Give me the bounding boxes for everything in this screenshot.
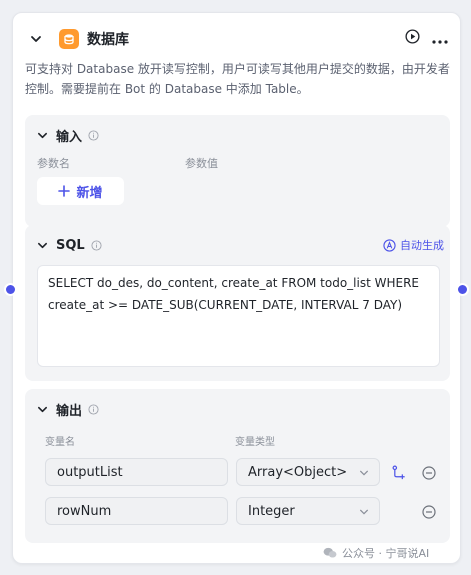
add-param-button[interactable]: 新增 [37, 177, 124, 205]
output-name-field[interactable]: rowNum [45, 497, 228, 525]
watermark-text: 公众号 · 宁哥说AI [342, 547, 430, 560]
collapse-chevron-icon[interactable] [29, 32, 43, 46]
info-icon[interactable] [88, 129, 99, 141]
sql-editor[interactable]: SELECT do_des, do_content, create_at FRO… [37, 265, 440, 367]
node-title: 数据库 [87, 32, 129, 48]
output-name-value: outputList [57, 464, 123, 480]
node-header: 数据库 [13, 13, 460, 65]
auto-generate-button[interactable]: 自动生成 [383, 237, 444, 253]
chevron-down-icon [360, 470, 368, 476]
plus-icon [58, 185, 71, 197]
input-port[interactable] [4, 283, 17, 296]
wechat-icon [323, 547, 337, 558]
sql-panel: SQL 自动生成 SELECT do_des, do_content, crea… [25, 225, 450, 381]
output-name-field[interactable]: outputList [45, 458, 228, 486]
auto-generate-label: 自动生成 [400, 239, 444, 252]
run-icon[interactable] [405, 29, 420, 48]
info-icon[interactable] [88, 403, 99, 415]
output-type-select[interactable]: Integer [236, 497, 380, 525]
input-collapse-chevron-icon[interactable] [37, 126, 48, 145]
input-title: 输入 [56, 129, 83, 145]
param-value-label: 参数值 [185, 157, 218, 170]
add-child-field-icon[interactable] [392, 465, 406, 480]
var-type-label: 变量类型 [235, 437, 275, 448]
input-panel: 输入 参数名 参数值 新增 [25, 115, 450, 227]
info-icon[interactable] [91, 239, 102, 251]
node-description: 可支持对 Database 放开读写控制，用户可读写其他用户提交的数据，由开发者… [25, 62, 450, 96]
sql-collapse-chevron-icon[interactable] [37, 236, 48, 255]
remove-row-icon[interactable] [422, 465, 436, 480]
output-title: 输出 [56, 403, 83, 419]
output-panel: 输出 变量名 变量类型 outputList Array<Object> row… [25, 389, 450, 543]
watermark: 公众号 · 宁哥说AI [323, 545, 429, 561]
param-name-label: 参数名 [37, 157, 70, 170]
output-type-value: Array<Object> [248, 464, 348, 480]
var-name-label: 变量名 [45, 437, 75, 448]
ai-icon [383, 238, 396, 252]
output-collapse-chevron-icon[interactable] [37, 400, 48, 419]
output-type-value: Integer [248, 503, 295, 519]
output-type-select[interactable]: Array<Object> [236, 458, 380, 486]
output-port[interactable] [456, 283, 469, 296]
database-node[interactable]: 数据库 可支持对 Database 放开读写控制，用户可读写其他用户提交的数据，… [12, 12, 461, 564]
sql-title: SQL [56, 237, 85, 253]
more-options-icon[interactable] [432, 29, 448, 48]
database-icon [59, 29, 79, 49]
chevron-down-icon [360, 509, 368, 515]
remove-row-icon[interactable] [422, 504, 436, 519]
add-param-label: 新增 [76, 185, 103, 201]
output-name-value: rowNum [57, 503, 112, 519]
